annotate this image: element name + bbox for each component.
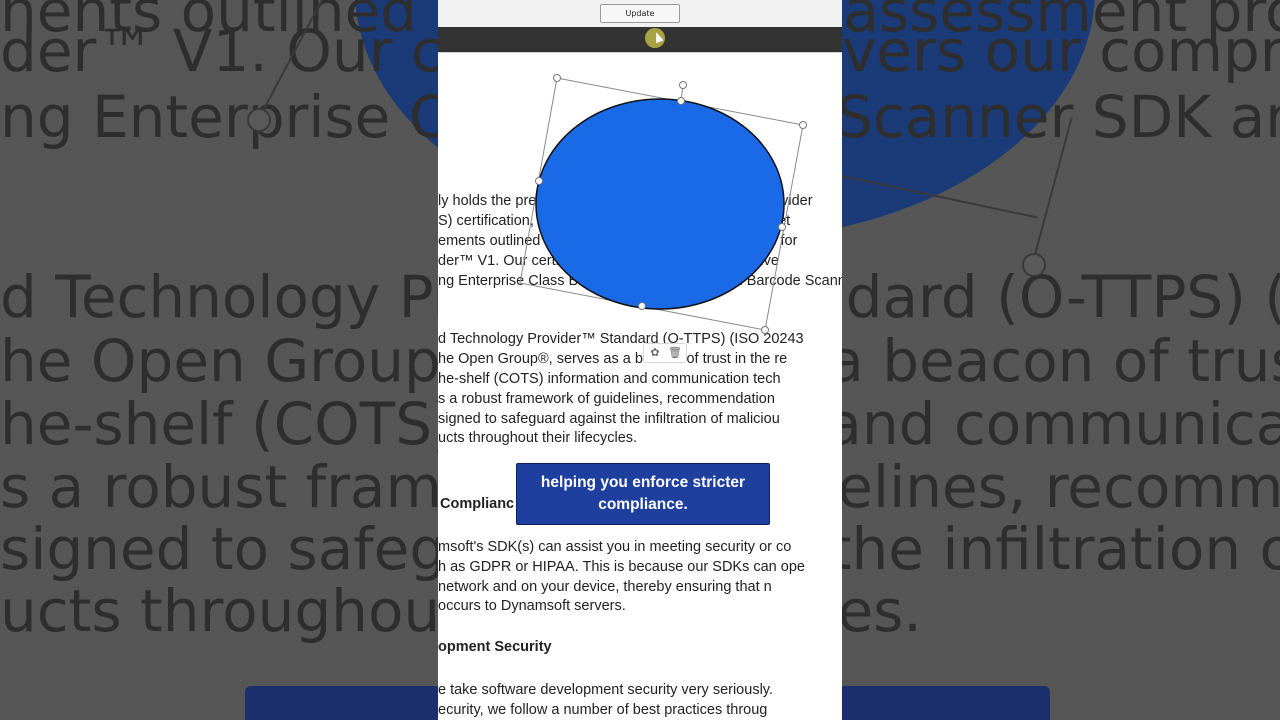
- ellipse-annotation[interactable]: [438, 0, 842, 720]
- caption-line-2: compliance.: [598, 496, 688, 513]
- palette-icon[interactable]: ✿: [648, 346, 662, 360]
- resize-handle[interactable]: [761, 326, 769, 334]
- resize-handle[interactable]: [778, 223, 786, 231]
- shape-context-toolbar: ✿ 🗑: [643, 343, 687, 363]
- resize-handle[interactable]: [638, 302, 646, 310]
- resize-handle[interactable]: [553, 74, 561, 82]
- video-frame: Update Annotations ly holds the prestigi…: [438, 0, 842, 720]
- rotation-handle[interactable]: [679, 81, 687, 89]
- resize-handle[interactable]: [677, 97, 685, 105]
- resize-handle[interactable]: [535, 177, 543, 185]
- video-caption: helping you enforce stricter compliance.: [516, 463, 770, 525]
- background-handle: [247, 108, 271, 132]
- background-handle: [1022, 253, 1046, 277]
- caption-line-1: helping you enforce stricter: [540, 474, 746, 491]
- trash-icon[interactable]: 🗑: [668, 346, 682, 360]
- resize-handle[interactable]: [799, 121, 807, 129]
- blue-ellipse[interactable]: [535, 98, 785, 310]
